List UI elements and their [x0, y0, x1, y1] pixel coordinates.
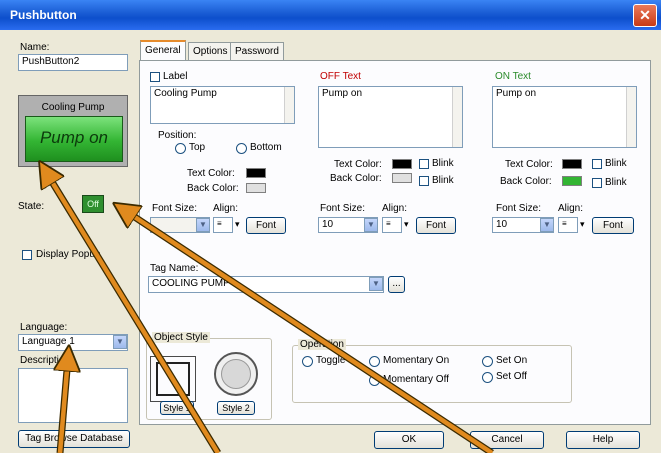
pushbutton-dialog: Pushbutton ✕ Name: PushButton2 Cooling P… [0, 0, 661, 453]
arrow-to-state-toggle [124, 210, 494, 453]
annotation-arrows [0, 0, 494, 453]
arrow-to-language-select [60, 358, 68, 453]
